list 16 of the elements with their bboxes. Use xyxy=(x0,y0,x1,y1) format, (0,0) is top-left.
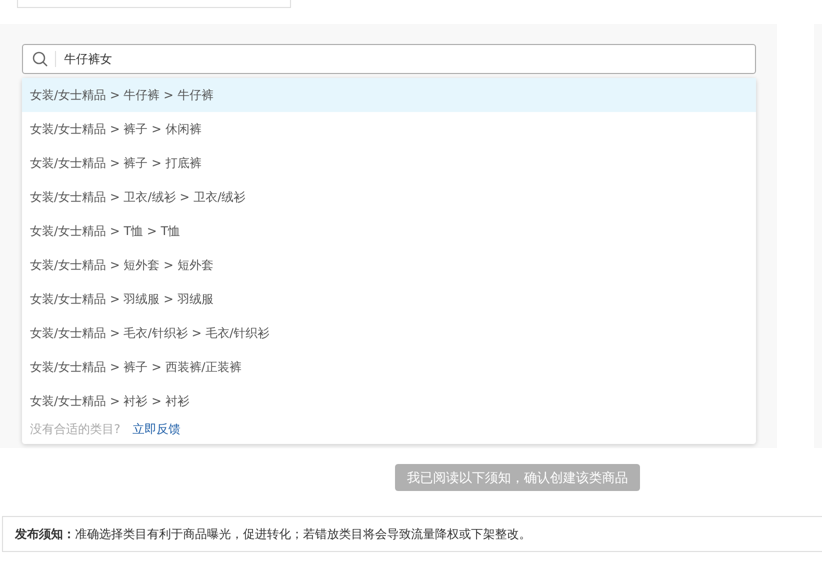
suggestion-item[interactable]: 女装/女士精品 > 裤子 > 休闲裤 xyxy=(22,112,756,146)
suggestion-item[interactable]: 女装/女士精品 > T恤 > T恤 xyxy=(22,214,756,248)
search-box[interactable]: 牛仔裤女 xyxy=(22,44,756,74)
suggestion-item[interactable]: 女装/女士精品 > 裤子 > 西装裤/正装裤 xyxy=(22,350,756,384)
feedback-prompt: 没有合适的类目? xyxy=(30,421,120,438)
suggestion-item[interactable]: 女装/女士精品 > 裤子 > 打底裤 xyxy=(22,146,756,180)
notice-text: 发布须知：准确选择类目有利于商品曝光，促进转化；若错放类目将会导致流量降权或下架整改。 xyxy=(2,516,822,552)
suggestion-item[interactable]: 女装/女士精品 > 毛衣/针织衫 > 毛衣/针织衫 xyxy=(22,316,756,350)
suggestion-item[interactable]: 女装/女士精品 > 卫衣/绒衫 > 卫衣/绒衫 xyxy=(22,180,756,214)
suggestion-item[interactable]: 女装/女士精品 > 短外套 > 短外套 xyxy=(22,248,756,282)
suggestion-item[interactable]: 女装/女士精品 > 羽绒服 > 羽绒服 xyxy=(22,282,756,316)
suggestion-item[interactable]: 女装/女士精品 > 牛仔裤 > 牛仔裤 xyxy=(22,78,756,112)
suggestion-item[interactable]: 女装/女士精品 > 衬衫 > 衬衫 xyxy=(22,384,756,418)
feedback-link[interactable]: 立即反馈 xyxy=(132,418,180,444)
search-input[interactable]: 牛仔裤女 xyxy=(64,52,755,66)
search-icon xyxy=(32,51,48,67)
